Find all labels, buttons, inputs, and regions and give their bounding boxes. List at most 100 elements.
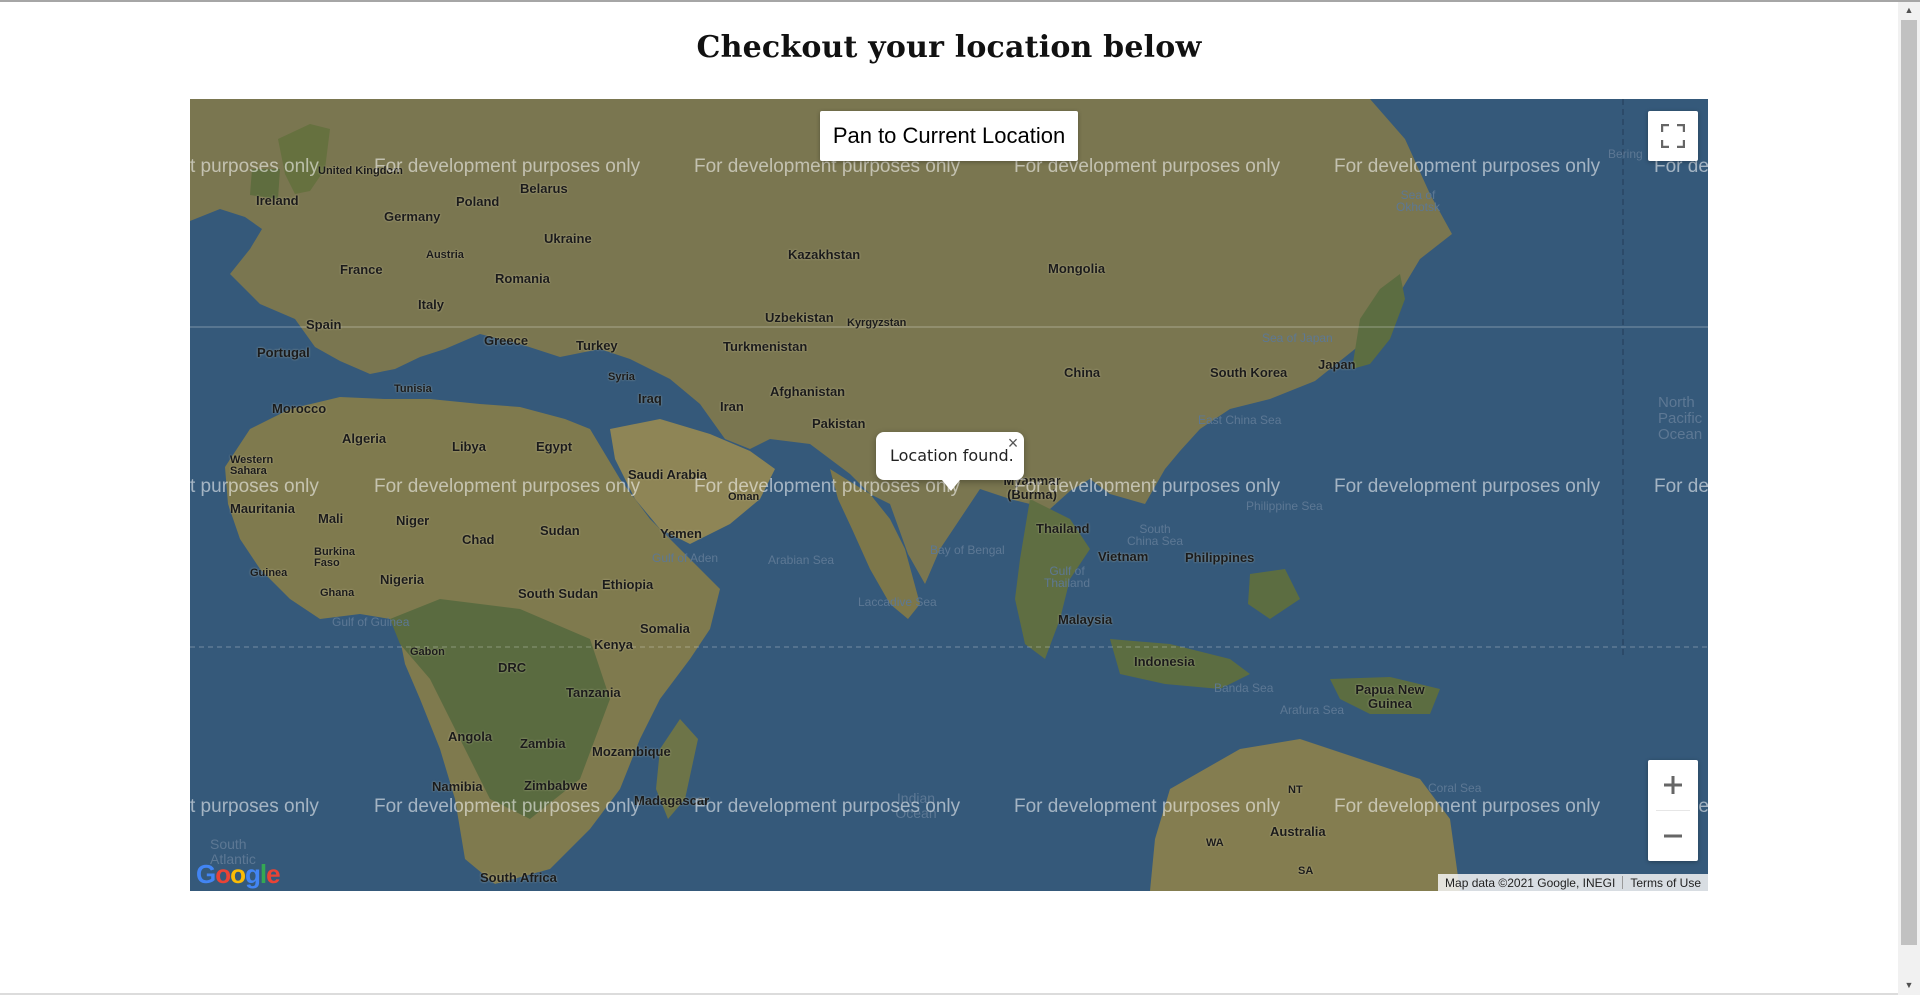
zoom-in-button[interactable] bbox=[1648, 760, 1698, 810]
sea-label: Sea of Japan bbox=[1262, 331, 1333, 345]
map-label: Turkey bbox=[576, 338, 618, 353]
map-label: Mali bbox=[318, 511, 344, 526]
dev-watermark: For development purposes only bbox=[374, 476, 641, 497]
map-label: NT bbox=[1288, 784, 1303, 796]
map-label: Zimbabwe bbox=[524, 778, 588, 793]
map-label: Guinea bbox=[250, 567, 288, 579]
zoom-control bbox=[1648, 760, 1698, 861]
map-label: Afghanistan bbox=[770, 384, 846, 399]
map-label: Burkina Faso bbox=[314, 546, 355, 569]
dev-watermark: For development purposes only bbox=[1014, 476, 1281, 497]
map-label: Iran bbox=[720, 399, 744, 414]
map-label: Kenya bbox=[594, 637, 634, 652]
scrollbar-thumb[interactable] bbox=[1901, 20, 1917, 945]
map-label: DRC bbox=[498, 660, 527, 675]
map-label: South Korea bbox=[1210, 365, 1288, 380]
map-label: Kyrgyzstan bbox=[847, 317, 907, 329]
map-label: Libya bbox=[452, 439, 486, 454]
plus-icon bbox=[1664, 776, 1682, 794]
map-label: Egypt bbox=[536, 439, 573, 454]
map-label: Mongolia bbox=[1048, 261, 1106, 276]
dev-watermark: For development purposes only bbox=[1334, 156, 1601, 177]
map-label: Ethiopia bbox=[602, 577, 654, 592]
map-label: Syria bbox=[608, 371, 635, 383]
scroll-down-arrow-icon[interactable]: ▼ bbox=[1898, 977, 1920, 993]
sea-label: Bering bbox=[1608, 147, 1643, 161]
sea-label: Sea of Okhotsk bbox=[1395, 188, 1440, 214]
map-label: Algeria bbox=[342, 431, 387, 446]
map-label: SA bbox=[1298, 865, 1314, 877]
sea-label: East China Sea bbox=[1198, 413, 1282, 427]
sea-label: Arafura Sea bbox=[1280, 703, 1345, 717]
map-label: Yemen bbox=[660, 526, 702, 541]
sea-label: Coral Sea bbox=[1428, 781, 1482, 795]
map-label: Poland bbox=[456, 194, 500, 209]
info-window: Location found. × bbox=[876, 432, 1024, 491]
map-label: Tanzania bbox=[566, 685, 621, 700]
dev-watermark: For development purposes only bbox=[374, 796, 641, 817]
dev-watermark: For development purposes only bbox=[694, 796, 961, 817]
zoom-out-button[interactable] bbox=[1648, 811, 1698, 861]
terms-of-use-link[interactable]: Terms of Use bbox=[1623, 876, 1708, 890]
map-label: Malaysia bbox=[1058, 612, 1113, 627]
map-label: Vietnam bbox=[1098, 549, 1149, 564]
map-label: Thailand bbox=[1036, 521, 1090, 536]
map-label: Namibia bbox=[432, 779, 483, 794]
map-label: Ghana bbox=[320, 587, 355, 599]
map-label: Italy bbox=[418, 297, 445, 312]
dev-watermark: t purposes only bbox=[190, 156, 319, 177]
map-label: Ukraine bbox=[544, 231, 592, 246]
map-label: Somalia bbox=[640, 621, 690, 636]
sea-label: Arabian Sea bbox=[768, 553, 835, 567]
sea-label: North Pacific Ocean bbox=[1658, 394, 1703, 443]
close-icon[interactable]: × bbox=[1004, 434, 1022, 452]
sea-label: Banda Sea bbox=[1214, 681, 1274, 695]
map-label: Zambia bbox=[520, 736, 566, 751]
dev-watermark: For development purposes only bbox=[1014, 796, 1281, 817]
map-attribution: Map data ©2021 Google, INEGI Terms of Us… bbox=[1438, 874, 1708, 891]
sea-label: Gulf of Aden bbox=[652, 551, 719, 565]
dev-watermark: t purposes only bbox=[190, 796, 319, 817]
map-label: Ireland bbox=[256, 193, 299, 208]
map-label: South Sudan bbox=[518, 586, 599, 601]
map-label: China bbox=[1064, 365, 1101, 380]
map-label: Nigeria bbox=[380, 572, 425, 587]
map-viewport[interactable]: United Kingdom Ireland Belarus Poland Ge… bbox=[190, 99, 1708, 891]
fullscreen-button[interactable] bbox=[1648, 111, 1698, 161]
vertical-scrollbar[interactable]: ▲ ▼ bbox=[1898, 2, 1920, 995]
dev-watermark: For development purposes only bbox=[374, 156, 641, 177]
map-label: Iraq bbox=[638, 391, 662, 406]
map-data-attribution: Map data ©2021 Google, INEGI bbox=[1445, 875, 1616, 890]
map-label: Chad bbox=[462, 532, 495, 547]
map-label: Pakistan bbox=[812, 416, 866, 431]
map-label: Uzbekistan bbox=[765, 310, 834, 325]
map-label: Philippines bbox=[1185, 550, 1255, 565]
dev-watermark: For development purposes only bbox=[1334, 796, 1601, 817]
sea-label: Laccadive Sea bbox=[858, 595, 937, 609]
info-window-pointer bbox=[942, 480, 960, 491]
map-label: France bbox=[340, 262, 383, 277]
google-logo[interactable]: Google bbox=[196, 859, 281, 890]
map-label: Greece bbox=[484, 333, 529, 348]
map-label: Mauritania bbox=[230, 501, 296, 516]
map-label: Gabon bbox=[410, 646, 445, 658]
scroll-up-arrow-icon[interactable]: ▲ bbox=[1898, 2, 1920, 18]
info-window-text: Location found. bbox=[890, 446, 1014, 465]
page-title: Checkout your location below bbox=[696, 30, 1202, 65]
map-label: Japan bbox=[1318, 357, 1356, 372]
map-label: Romania bbox=[495, 271, 550, 286]
map-label: Portugal bbox=[257, 345, 310, 360]
map-label: Niger bbox=[396, 513, 430, 528]
sea-label: Gulf of Thailand bbox=[1043, 564, 1091, 590]
map-label: Papua New Guinea bbox=[1355, 682, 1425, 711]
map-label: Mozambique bbox=[592, 744, 671, 759]
map-label: WA bbox=[1206, 837, 1224, 849]
map-label: Kazakhstan bbox=[788, 247, 861, 262]
map-label: Spain bbox=[306, 317, 342, 332]
sea-label: South China Sea bbox=[1126, 522, 1184, 548]
pan-to-current-location-button[interactable]: Pan to Current Location bbox=[820, 111, 1078, 161]
map-label: Australia bbox=[1270, 824, 1326, 839]
fullscreen-icon bbox=[1661, 124, 1685, 148]
map-label: South Africa bbox=[480, 870, 557, 885]
dev-watermark: t purposes only bbox=[190, 476, 319, 497]
